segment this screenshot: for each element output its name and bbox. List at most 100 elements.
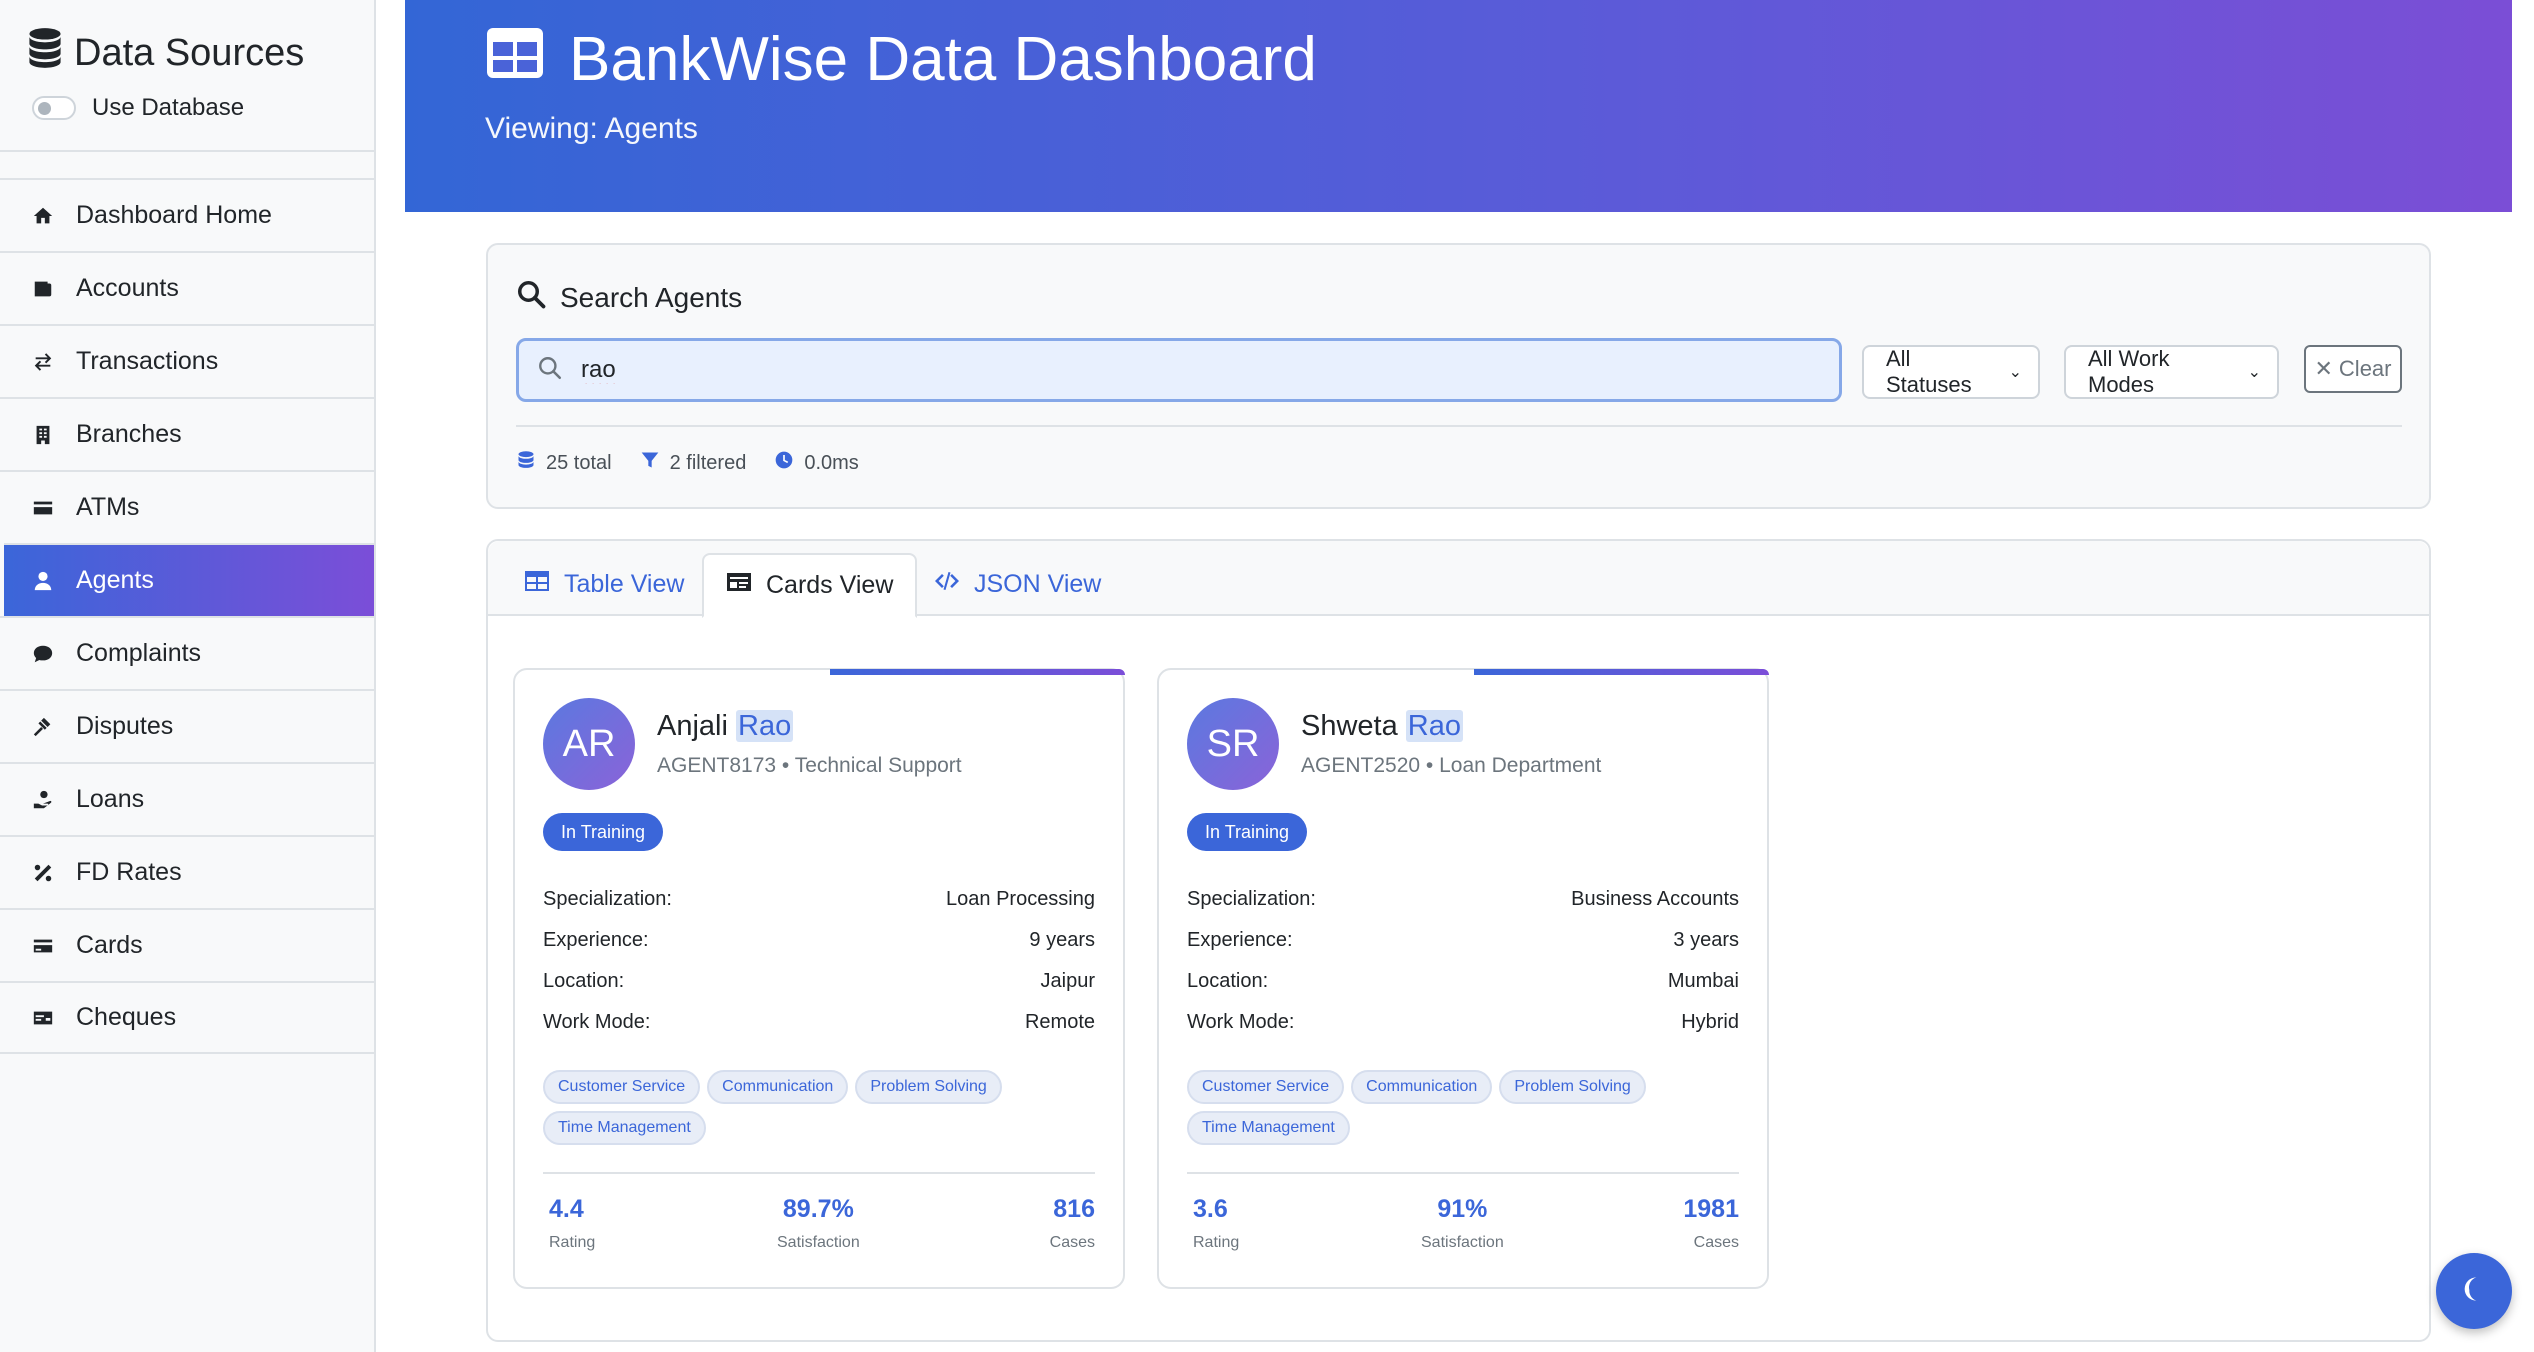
tab-cards-view[interactable]: Cards View bbox=[702, 553, 918, 618]
clear-button[interactable]: ✕ Clear bbox=[2304, 345, 2402, 393]
tab-label: Table View bbox=[564, 570, 685, 598]
detail-value: 9 years bbox=[1029, 929, 1095, 951]
skill-tag: Time Management bbox=[543, 1111, 706, 1145]
moon-icon bbox=[2460, 1275, 2488, 1308]
detail-label: Location: bbox=[543, 970, 625, 992]
sidebar-item-label: Cards bbox=[76, 931, 143, 959]
metric-value: 1981 bbox=[1683, 1195, 1739, 1223]
agent-card[interactable]: SR Shweta Rao AGENT2520 • Loan Departmen… bbox=[1157, 668, 1769, 1289]
chevron-down-icon: ⌄ bbox=[2247, 364, 2261, 381]
sidebar-item-label: Transactions bbox=[76, 347, 219, 375]
sidebar-item-disputes[interactable]: Disputes bbox=[0, 689, 374, 762]
database-icon bbox=[28, 28, 62, 78]
workmode-filter-select[interactable]: All Work Modes ⌄ bbox=[2064, 345, 2279, 399]
sidebar-item-transactions[interactable]: Transactions bbox=[0, 324, 374, 397]
detail-label: Specialization: bbox=[543, 888, 672, 910]
metric-label: Cases bbox=[1049, 1234, 1095, 1251]
search-panel-label: Search Agents bbox=[560, 281, 743, 313]
tab-label: JSON View bbox=[974, 570, 1102, 598]
agent-card[interactable]: AR Anjali Rao AGENT8173 • Technical Supp… bbox=[513, 668, 1125, 1289]
code-icon bbox=[934, 569, 960, 600]
sidebar-item-agents[interactable]: Agents bbox=[4, 543, 374, 616]
sidebar-item-label: Disputes bbox=[76, 712, 174, 740]
agent-name: Shweta Rao bbox=[1301, 710, 1463, 743]
sidebar-item-label: Accounts bbox=[76, 274, 179, 302]
search-input[interactable] bbox=[581, 356, 1781, 384]
sidebar-item-complaints[interactable]: Complaints bbox=[0, 616, 374, 689]
metric-value: 4.4 bbox=[549, 1195, 584, 1223]
status-filter-value: All Statuses bbox=[1886, 346, 1972, 397]
detail-label: Location: bbox=[1187, 970, 1269, 992]
metric-rating: 4.4 Rating bbox=[549, 1195, 595, 1252]
exchange-icon bbox=[30, 349, 56, 375]
sidebar-item-cards[interactable]: Cards bbox=[0, 908, 374, 981]
data-sources-panel: Data Sources Use Database bbox=[0, 0, 374, 152]
skill-tag: Time Management bbox=[1187, 1111, 1350, 1145]
metric-cases: 816 Cases bbox=[1050, 1195, 1095, 1252]
sidebar-item-label: Branches bbox=[76, 420, 182, 448]
search-panel-title: Search Agents bbox=[516, 279, 742, 316]
page-title: BankWise Data Dashboard bbox=[485, 24, 1317, 95]
detail-label: Work Mode: bbox=[543, 1011, 651, 1033]
tab-table-view[interactable]: Table View bbox=[502, 553, 706, 616]
skill-tag: Customer Service bbox=[1187, 1070, 1345, 1104]
results-panel: Table View Cards View JSON View AR Anjal… bbox=[486, 539, 2431, 1342]
detail-value: Business Accounts bbox=[1571, 888, 1739, 910]
skill-tag: Problem Solving bbox=[855, 1070, 1002, 1104]
metric-satisfaction: 89.7% Satisfaction bbox=[777, 1195, 860, 1252]
sidebar-item-label: FD Rates bbox=[76, 858, 182, 886]
stat-total-text: 25 total bbox=[546, 451, 612, 474]
sidebar-item-branches[interactable]: Branches bbox=[0, 397, 374, 470]
sidebar-nav: Dashboard Home Accounts Transactions Bra… bbox=[0, 178, 374, 1054]
tab-label: Cards View bbox=[766, 571, 894, 599]
search-icon bbox=[537, 355, 563, 386]
search-input-wrapper[interactable] bbox=[516, 338, 1842, 402]
close-icon: ✕ bbox=[2314, 356, 2333, 381]
stat-time-text: 0.0ms bbox=[804, 451, 859, 474]
sidebar-item-cheques[interactable]: Cheques bbox=[0, 981, 374, 1054]
detail-label: Work Mode: bbox=[1187, 1011, 1295, 1033]
sidebar-item-loans[interactable]: Loans bbox=[0, 762, 374, 835]
sidebar-item-label: Agents bbox=[76, 566, 154, 594]
sidebar-item-atms[interactable]: ATMs bbox=[0, 470, 374, 543]
agent-metrics: 4.4 Rating 89.7% Satisfaction 816 Cases bbox=[543, 1195, 1095, 1265]
comment-icon bbox=[30, 641, 56, 667]
sidebar-item-label: Complaints bbox=[76, 639, 202, 667]
metric-value: 91% bbox=[1437, 1195, 1488, 1223]
metric-label: Rating bbox=[549, 1234, 596, 1251]
use-database-toggle[interactable] bbox=[32, 96, 76, 120]
percent-icon bbox=[30, 860, 56, 886]
skill-tags: Customer Service Communication Problem S… bbox=[1187, 1070, 1677, 1145]
avatar: SR bbox=[1187, 698, 1279, 790]
theme-toggle-button[interactable] bbox=[2436, 1253, 2512, 1329]
detail-label: Experience: bbox=[1187, 929, 1293, 951]
use-database-row: Use Database bbox=[28, 94, 346, 122]
metric-label: Satisfaction bbox=[1421, 1234, 1504, 1251]
data-sources-label: Data Sources bbox=[74, 31, 305, 74]
page-title-text: BankWise Data Dashboard bbox=[569, 25, 1317, 94]
view-tabs: Table View Cards View JSON View bbox=[488, 541, 2429, 618]
detail-row: Specialization: Loan Processing bbox=[543, 888, 1095, 929]
metric-rating: 3.6 Rating bbox=[1193, 1195, 1239, 1252]
sidebar-item-accounts[interactable]: Accounts bbox=[0, 251, 374, 324]
detail-value: Mumbai bbox=[1667, 970, 1739, 992]
detail-row: Experience: 9 years bbox=[543, 929, 1095, 970]
stat-filtered: 2 filtered bbox=[640, 450, 746, 476]
avatar: AR bbox=[543, 698, 635, 790]
money-check-icon bbox=[30, 1005, 56, 1031]
status-filter-select[interactable]: All Statuses ⌄ bbox=[1862, 345, 2040, 399]
sidebar-item-label: Cheques bbox=[76, 1003, 177, 1031]
detail-value: Loan Processing bbox=[946, 888, 1095, 910]
agent-first-name: Shweta bbox=[1301, 710, 1398, 742]
detail-value: 3 years bbox=[1673, 929, 1739, 951]
page-header: BankWise Data Dashboard Viewing: Agents bbox=[405, 0, 2512, 212]
sidebar-item-fd-rates[interactable]: FD Rates bbox=[0, 835, 374, 908]
tab-json-view[interactable]: JSON View bbox=[912, 553, 1123, 616]
chevron-down-icon: ⌄ bbox=[2008, 364, 2022, 381]
skill-tag: Communication bbox=[707, 1070, 849, 1104]
page-subtitle: Viewing: Agents bbox=[485, 112, 698, 145]
data-sources-title: Data Sources bbox=[28, 28, 346, 78]
sidebar-item-dashboard-home[interactable]: Dashboard Home bbox=[0, 178, 374, 251]
status-badge: In Training bbox=[1187, 813, 1308, 851]
sidebar-item-label: Dashboard Home bbox=[76, 201, 272, 229]
